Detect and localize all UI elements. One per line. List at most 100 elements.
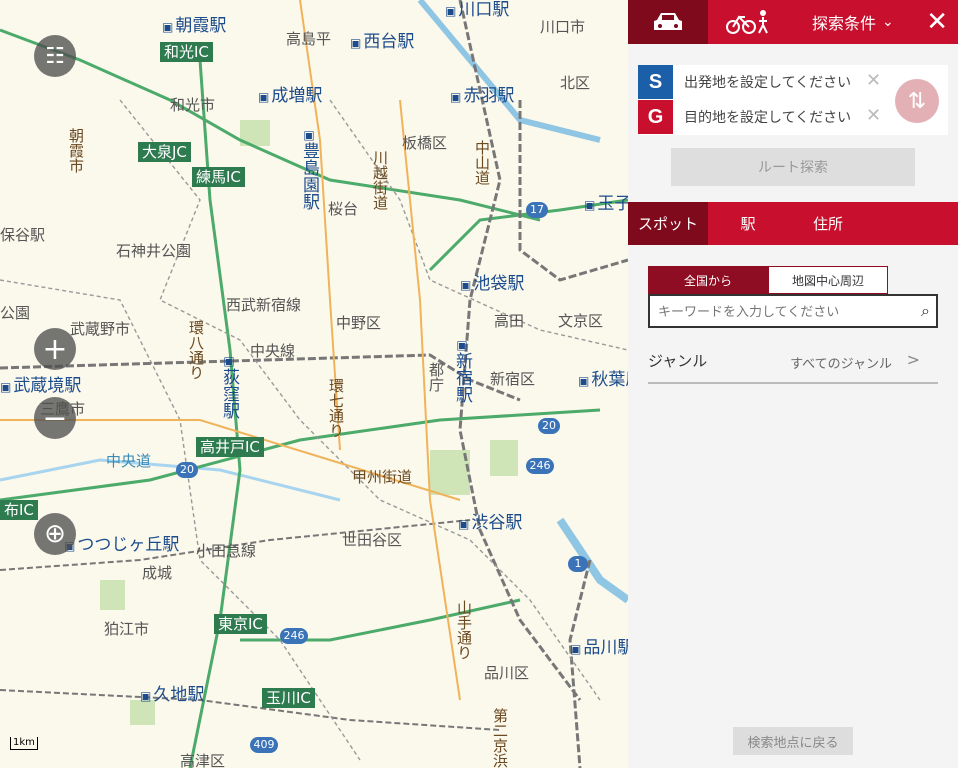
- area-label: 桜台: [328, 200, 359, 218]
- area-label: 和光市: [170, 96, 216, 114]
- ic-label[interactable]: 高井戸IC: [196, 437, 264, 457]
- area-label: 保谷駅: [0, 226, 46, 244]
- zoom-in-button[interactable]: +: [34, 328, 76, 370]
- station-label[interactable]: 武蔵境駅: [0, 378, 81, 395]
- swap-button[interactable]: ⇅: [895, 79, 939, 123]
- ic-label[interactable]: 大泉JC: [138, 142, 191, 162]
- station-label[interactable]: 新宿駅: [452, 338, 472, 403]
- area-label: 川口市: [540, 18, 586, 36]
- scope-map-center-tab[interactable]: 地図中心周辺: [768, 266, 888, 294]
- chevron-down-icon: ⌄: [882, 14, 894, 30]
- search-tabs: スポット 駅 住所: [628, 202, 958, 245]
- car-icon: [654, 13, 682, 30]
- search-conditions-button[interactable]: 探索条件 ⌄: [812, 0, 894, 44]
- route-shield: 20: [538, 418, 560, 434]
- station-label[interactable]: 渋谷駅: [458, 515, 522, 532]
- keyword-input[interactable]: [656, 300, 910, 324]
- goal-row: G 目的地を設定してください ✕: [638, 100, 888, 135]
- genre-selector[interactable]: ジャンル すべてのジャンル >: [648, 344, 938, 384]
- tab-address[interactable]: 住所: [788, 202, 868, 245]
- ic-label[interactable]: 東京IC: [214, 614, 267, 634]
- goal-input[interactable]: 目的地を設定してください: [684, 107, 851, 127]
- start-row: S 出発地を設定してください ✕: [638, 65, 888, 100]
- station-label[interactable]: 池袋駅: [460, 276, 524, 293]
- station-label[interactable]: 朝霞駅: [162, 18, 226, 35]
- ic-label[interactable]: 練馬IC: [192, 167, 245, 187]
- zoom-out-button[interactable]: −: [34, 397, 76, 439]
- area-label: 世田谷区: [342, 531, 403, 549]
- start-input[interactable]: 出発地を設定してください: [684, 72, 851, 92]
- minus-icon: −: [42, 400, 68, 436]
- route-shield: 1: [568, 556, 588, 572]
- railway-icon: ☷: [45, 43, 65, 69]
- station-label[interactable]: 赤羽駅: [450, 88, 514, 105]
- area-label: 文京区: [558, 312, 604, 330]
- route-search-panel: 探索条件 ⌄ ✕ S 出発地を設定してください ✕ G 目的地を設定してください…: [628, 0, 958, 768]
- ic-label[interactable]: 和光IC: [160, 42, 213, 62]
- clear-start-button[interactable]: ✕: [866, 70, 881, 91]
- swap-icon: ⇅: [907, 88, 927, 114]
- map-canvas[interactable]: 朝霞駅 川口駅 西台駅 成増駅 赤羽駅 豊島園駅 池袋駅 新宿駅 荻窪駅 渋谷駅…: [0, 0, 628, 768]
- current-location-button[interactable]: ⊕: [34, 513, 76, 555]
- area-label: 西武新宿線: [226, 296, 302, 314]
- map-scale: 1km: [10, 737, 38, 750]
- tab-station[interactable]: 駅: [708, 202, 788, 245]
- ic-label[interactable]: 玉川IC: [262, 688, 315, 708]
- road-label: 環八通り: [187, 320, 205, 380]
- keyword-search-box: ⌕: [648, 294, 938, 328]
- road-label: 環七通り: [327, 378, 345, 438]
- area-label: 朝霞市: [67, 128, 85, 173]
- station-label[interactable]: 西台駅: [350, 34, 414, 51]
- area-label: 成城: [142, 564, 173, 582]
- area-label: 狛江市: [104, 620, 150, 638]
- plus-icon: +: [42, 331, 68, 367]
- area-label: 新宿区: [490, 370, 536, 388]
- clear-goal-button[interactable]: ✕: [866, 105, 881, 126]
- station-label[interactable]: 成増駅: [258, 88, 322, 105]
- crosshair-icon: ⊕: [44, 519, 66, 549]
- search-icon[interactable]: ⌕: [921, 301, 930, 321]
- panel-topbar: 探索条件 ⌄ ✕: [628, 0, 958, 44]
- genre-value: すべてのジャンル: [790, 357, 892, 372]
- station-label[interactable]: つつじヶ丘駅: [64, 537, 179, 554]
- area-label: 中央道: [106, 452, 152, 470]
- bike-walk-mode-button[interactable]: [708, 0, 788, 44]
- car-mode-button[interactable]: [628, 0, 708, 44]
- station-label[interactable]: 川口駅: [445, 2, 509, 19]
- route-search-button[interactable]: ルート探索: [671, 148, 915, 186]
- area-label: 北区: [560, 74, 591, 92]
- area-label: 中野区: [336, 314, 382, 332]
- area-label: 石神井公園: [116, 242, 192, 260]
- route-shield: 246: [526, 458, 554, 474]
- back-to-search-point-button[interactable]: 検索地点に戻る: [733, 727, 853, 755]
- station-label[interactable]: 荻窪駅: [219, 354, 239, 419]
- road-label: 中山道: [473, 140, 491, 185]
- area-label: 小田急線: [196, 542, 257, 560]
- close-button[interactable]: ✕: [926, 7, 948, 37]
- ic-label[interactable]: 布IC: [0, 500, 38, 520]
- road-label: 川越街道: [371, 150, 389, 210]
- chevron-right-icon: >: [906, 350, 920, 369]
- area-label: 中央線: [250, 342, 296, 360]
- area-label: 板橋区: [402, 134, 448, 152]
- station-label[interactable]: 秋葉原: [578, 372, 628, 389]
- road-label: 第二京浜: [491, 708, 509, 768]
- railway-layer-button[interactable]: ☷: [34, 35, 76, 77]
- station-label[interactable]: 久地駅: [140, 687, 204, 704]
- road-label: 山手通り: [455, 600, 473, 660]
- station-label[interactable]: 品川駅: [570, 640, 628, 657]
- area-label: 公園: [0, 304, 31, 322]
- area-label: 高田: [494, 312, 525, 330]
- bike-walk-icon: [726, 10, 768, 34]
- search-conditions-label: 探索条件: [812, 14, 877, 33]
- station-label[interactable]: 豊島園駅: [299, 128, 319, 210]
- route-shield: 409: [250, 737, 278, 753]
- goal-badge: G: [638, 100, 673, 134]
- area-label: 高津区: [180, 752, 226, 768]
- tab-spot[interactable]: スポット: [628, 202, 708, 245]
- road-label: 甲州街道: [352, 468, 413, 486]
- station-label[interactable]: 玉子: [584, 196, 628, 213]
- scope-nationwide-tab[interactable]: 全国から: [648, 266, 768, 294]
- genre-label: ジャンル: [648, 352, 708, 370]
- area-label: 武蔵野市: [70, 320, 131, 338]
